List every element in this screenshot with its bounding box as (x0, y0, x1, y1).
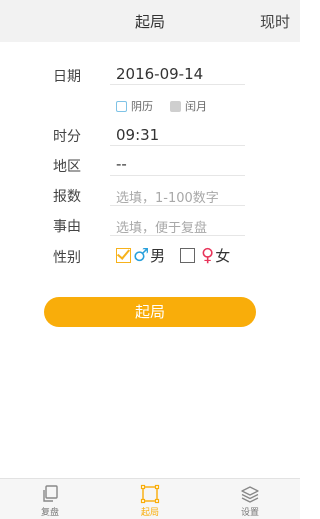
tab-review-label: 复盘 (40, 508, 59, 518)
leap-month-option[interactable]: 闰月 (170, 98, 207, 114)
tab-bar: 复盘 起局 设置 (0, 478, 300, 519)
lunar-checkbox[interactable] (116, 100, 127, 112)
time-field[interactable]: 09:31 (116, 126, 159, 144)
time-label: 时分 (53, 129, 81, 145)
date-underline (110, 84, 245, 85)
reason-input[interactable]: 选填，便于复盘 (116, 217, 207, 236)
number-input[interactable]: 选填，1-100数字 (116, 187, 219, 206)
frame-icon (140, 484, 160, 504)
female-symbol-icon: ♀ (201, 245, 215, 266)
number-underline (110, 205, 245, 206)
tab-settings-label: 设置 (240, 508, 259, 518)
reason-label: 事由 (53, 219, 81, 235)
now-button[interactable]: 现时 (260, 11, 290, 32)
region-underline (110, 175, 245, 176)
tab-review[interactable]: 复盘 (0, 479, 100, 519)
male-label: 男 (150, 247, 166, 265)
tab-start-label: 起局 (140, 508, 159, 518)
page-title: 起局 (134, 13, 165, 31)
gender-female-option[interactable]: ♀ 女 (180, 245, 230, 266)
copy-icon (43, 485, 58, 502)
leap-month-label: 闰月 (185, 100, 207, 113)
reason-underline (110, 235, 245, 236)
gender-label: 性别 (53, 250, 81, 266)
number-label: 报数 (53, 189, 81, 205)
gender-male-option[interactable]: ♂ 男 (116, 245, 165, 266)
male-symbol-icon: ♂ (133, 245, 150, 266)
start-button[interactable]: 起局 (44, 297, 256, 327)
female-label: 女 (215, 247, 231, 265)
lunar-label: 阴历 (131, 100, 153, 113)
date-label: 日期 (53, 69, 81, 85)
lunar-option[interactable]: 阴历 (116, 98, 153, 114)
region-field[interactable]: -- (116, 155, 127, 173)
tab-settings[interactable]: 设置 (200, 479, 300, 519)
date-field[interactable]: 2016-09-14 (116, 65, 203, 83)
region-label: 地区 (53, 159, 81, 175)
male-checkbox[interactable] (116, 248, 131, 263)
female-checkbox[interactable] (180, 248, 195, 263)
tab-start[interactable]: 起局 (100, 479, 200, 519)
leap-month-checkbox[interactable] (170, 100, 181, 112)
time-underline (110, 145, 245, 146)
header-bar: 起局 现时 (0, 0, 300, 42)
layers-icon (241, 486, 259, 503)
